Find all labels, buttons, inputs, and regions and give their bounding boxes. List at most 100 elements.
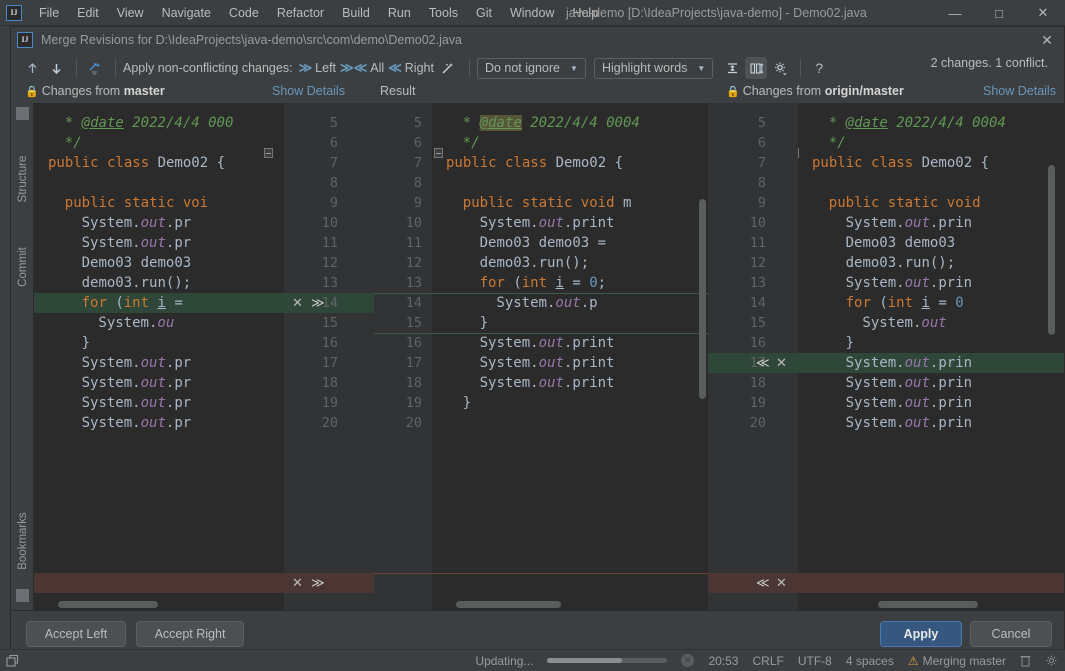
right-scrollbar[interactable]: [1048, 165, 1055, 335]
menu-run[interactable]: Run: [379, 3, 420, 23]
tool-tab-commit[interactable]: Commit: [17, 235, 29, 299]
ignore-policy-combo[interactable]: Do not ignore ▼: [477, 58, 586, 79]
sync-scroll-icon[interactable]: [745, 57, 767, 79]
status-cancel-icon[interactable]: ✕: [681, 654, 694, 667]
toolbar-separator-2: [115, 59, 116, 77]
line-number: 6: [330, 133, 338, 153]
code-token: *: [463, 115, 480, 131]
menu-code[interactable]: Code: [220, 3, 268, 23]
code-token: out: [539, 375, 564, 391]
tool-tab-bookmarks[interactable]: Bookmarks: [17, 509, 29, 573]
code-line: System.out.pr: [82, 213, 192, 233]
gear-icon[interactable]: [769, 57, 791, 79]
status-line-separator[interactable]: CRLF: [752, 654, 783, 668]
code-line: }: [463, 393, 471, 413]
status-indent[interactable]: 4 spaces: [846, 654, 894, 668]
code-token: out: [141, 355, 166, 371]
menu-git[interactable]: Git: [467, 3, 501, 23]
right-fold-marker[interactable]: [798, 148, 799, 158]
apply-right-button[interactable]: ≪ Right: [388, 60, 434, 76]
collapse-unchanged-icon[interactable]: [721, 57, 743, 79]
menu-view[interactable]: View: [108, 3, 153, 23]
left-show-details-link[interactable]: Show Details: [272, 84, 345, 98]
apply-button[interactable]: Apply: [880, 621, 962, 647]
result-hscrollbar[interactable]: [456, 601, 561, 608]
copy-icon[interactable]: [6, 654, 20, 668]
menu-window[interactable]: Window: [501, 3, 563, 23]
line-number: 18: [406, 373, 422, 393]
apply-all-label: All: [370, 61, 384, 75]
result-pane[interactable]: * @date 2022/4/4 0004*/public class Demo…: [432, 103, 708, 610]
maximize-icon[interactable]: □: [977, 0, 1021, 26]
accept-left-button[interactable]: Accept Left: [26, 621, 126, 647]
status-progress-fill: [547, 658, 621, 663]
previous-difference-icon[interactable]: [21, 57, 43, 79]
cancel-button[interactable]: Cancel: [970, 621, 1052, 647]
code-token: .prin: [930, 395, 972, 411]
code-line: System.out.prin: [846, 273, 972, 293]
code-token: System.: [480, 215, 539, 231]
right-pane[interactable]: * @date 2022/4/4 0004*/public class Demo…: [798, 103, 1064, 610]
left-accept-action-20[interactable]: ≫: [311, 573, 325, 593]
code-token: Demo02: [922, 155, 973, 171]
status-branch-label: Merging master: [923, 654, 1006, 668]
magic-wand-icon[interactable]: [438, 57, 460, 79]
toolbar-separator-3: [469, 59, 470, 77]
code-token: out: [905, 415, 930, 431]
trash-icon[interactable]: [1020, 654, 1031, 667]
left-ignore-action-20[interactable]: ✕: [292, 573, 303, 593]
accept-right-button[interactable]: Accept Right: [136, 621, 244, 647]
left-fold-marker[interactable]: [264, 148, 273, 158]
menu-navigate[interactable]: Navigate: [153, 3, 220, 23]
left-pane[interactable]: * @date 2022/4/4 000*/public class Demo0…: [34, 103, 284, 610]
menu-build[interactable]: Build: [333, 3, 379, 23]
code-token: .prin: [930, 415, 972, 431]
left-pane-header: 🔒Changes from master: [25, 84, 165, 98]
code-token: for: [846, 295, 880, 311]
menu-tools[interactable]: Tools: [420, 3, 467, 23]
menu-edit[interactable]: Edit: [68, 3, 108, 23]
right-show-details-link[interactable]: Show Details: [983, 84, 1056, 98]
minimize-icon[interactable]: —: [933, 0, 977, 26]
code-token: Demo02: [158, 155, 209, 171]
ide-statusbar: Updating... ✕ 20:53 CRLF UTF-8 4 spaces …: [0, 649, 1065, 671]
help-icon[interactable]: ?: [808, 57, 830, 79]
status-encoding[interactable]: UTF-8: [798, 654, 832, 668]
left-hscrollbar[interactable]: [58, 601, 158, 608]
magic-resolve-icon[interactable]: [84, 57, 106, 79]
highlight-policy-combo[interactable]: Highlight words ▼: [594, 58, 713, 79]
chevron-down-icon: ▼: [570, 64, 578, 73]
right-ignore-action-20[interactable]: ✕: [776, 573, 787, 593]
result-scrollbar[interactable]: [699, 199, 706, 399]
line-number: 7: [414, 153, 422, 173]
gear-icon[interactable]: [1045, 654, 1059, 668]
menu-refactor[interactable]: Refactor: [268, 3, 333, 23]
apply-left-button[interactable]: ≫ Left: [299, 60, 336, 76]
tool-tab-structure[interactable]: Structure: [17, 147, 29, 211]
tool-window-icon[interactable]: [16, 107, 29, 120]
code-token: .pr: [166, 415, 191, 431]
code-token: .pr: [166, 395, 191, 411]
status-branch[interactable]: ⚠ Merging master: [908, 654, 1006, 668]
tool-window-icon-2[interactable]: [16, 589, 29, 602]
code-token: .pr: [166, 375, 191, 391]
line-number: 20: [322, 413, 338, 433]
result-fold-marker[interactable]: [434, 148, 443, 158]
dialog-close-icon[interactable]: ✕: [1032, 27, 1062, 53]
apply-all-button[interactable]: ≫≪ All: [340, 60, 384, 76]
next-difference-icon[interactable]: [45, 57, 67, 79]
left-accept-action-11[interactable]: ≫: [311, 293, 325, 313]
close-icon[interactable]: ✕: [1021, 0, 1065, 26]
line-number: 12: [322, 253, 338, 273]
right-accept-action-20[interactable]: ≪: [756, 573, 770, 593]
right-accept-action-13[interactable]: ≪: [756, 353, 770, 373]
right-hscrollbar[interactable]: [878, 601, 978, 608]
code-token: out: [905, 355, 930, 371]
menu-file[interactable]: File: [30, 3, 68, 23]
right-ignore-action-13[interactable]: ✕: [776, 353, 787, 373]
left-ignore-action-11[interactable]: ✕: [292, 293, 303, 313]
code-token: public class: [812, 155, 922, 171]
code-line: Demo03 demo03: [846, 233, 956, 253]
line-number: 19: [322, 393, 338, 413]
line-number: 19: [406, 393, 422, 413]
